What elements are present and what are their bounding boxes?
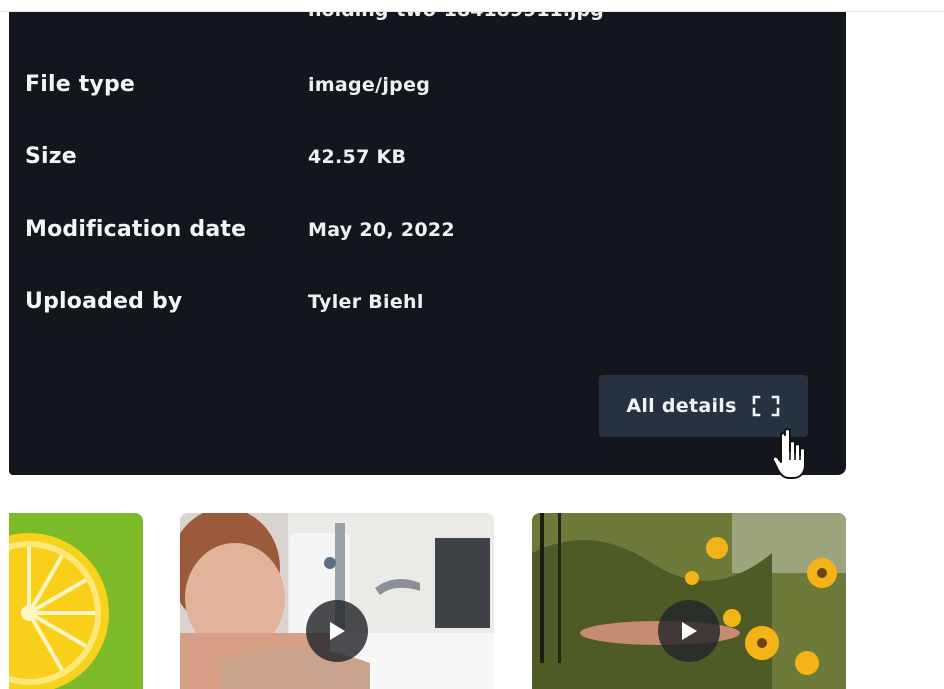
flowers-thumbnail[interactable]: [532, 513, 846, 689]
file-name-value: holding-two-1841899​11.jpg: [308, 12, 604, 21]
left-edge: [0, 12, 9, 689]
uploaded-by-value: Tyler Biehl: [308, 291, 424, 313]
all-details-label: All details: [626, 395, 737, 417]
child-washing-hands-thumbnail[interactable]: [180, 513, 494, 689]
size-value: 42.57 KB: [308, 146, 407, 168]
file-type-label: File type: [25, 72, 136, 97]
play-icon: [330, 622, 345, 640]
asset-browser: holding-two-1841899​11.jpg File type ima…: [0, 0, 944, 689]
play-button[interactable]: [658, 600, 720, 662]
file-type-value: image/jpeg: [308, 74, 431, 96]
expand-icon: [751, 394, 781, 418]
asset-details-panel: holding-two-1841899​11.jpg File type ima…: [9, 12, 846, 475]
lemon-slice-image: [9, 533, 109, 689]
play-button[interactable]: [306, 600, 368, 662]
hand-pointer-cursor-icon: [771, 427, 813, 483]
modification-date-label: Modification date: [25, 217, 247, 242]
size-label: Size: [25, 144, 77, 169]
modification-date-value: May 20, 2022: [308, 219, 455, 241]
lemon-thumbnail[interactable]: [9, 513, 143, 689]
play-icon: [682, 622, 697, 640]
uploaded-by-label: Uploaded by: [25, 289, 183, 314]
